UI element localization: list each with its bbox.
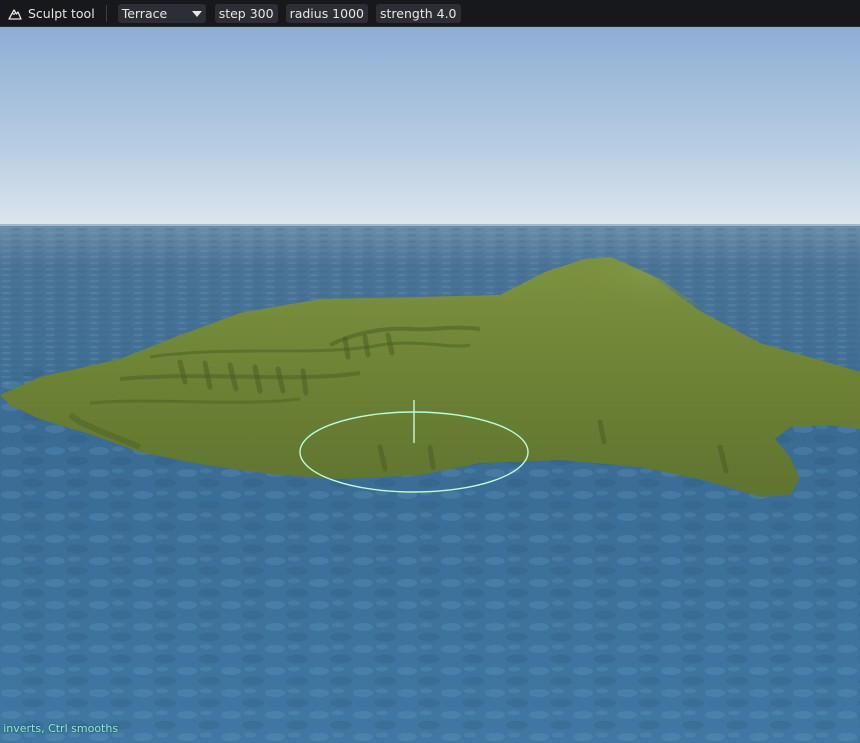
tool-title-label: Sculpt tool	[28, 5, 95, 21]
terrain-viewport[interactable]: : inverts, Ctrl smooths	[0, 27, 860, 743]
radius-field[interactable]: radius 1000	[285, 3, 368, 23]
terrain-scene[interactable]	[0, 27, 860, 743]
chevron-down-icon	[191, 10, 202, 17]
sculpt-app: Sculpt tool Terrace step 300 radius 1000…	[0, 0, 860, 743]
strength-field[interactable]: strength 4.0	[376, 3, 461, 23]
brush-mode-dropdown[interactable]: Terrace	[117, 3, 206, 23]
toolbar-divider	[105, 4, 107, 22]
mountain-icon	[8, 7, 22, 20]
step-field[interactable]: step 300	[214, 3, 278, 23]
sky	[0, 27, 860, 227]
status-hint: : inverts, Ctrl smooths	[0, 722, 119, 735]
tool-title: Sculpt tool	[8, 6, 95, 21]
toolbar: Sculpt tool Terrace step 300 radius 1000…	[0, 0, 860, 27]
brush-mode-value: Terrace	[121, 5, 168, 21]
